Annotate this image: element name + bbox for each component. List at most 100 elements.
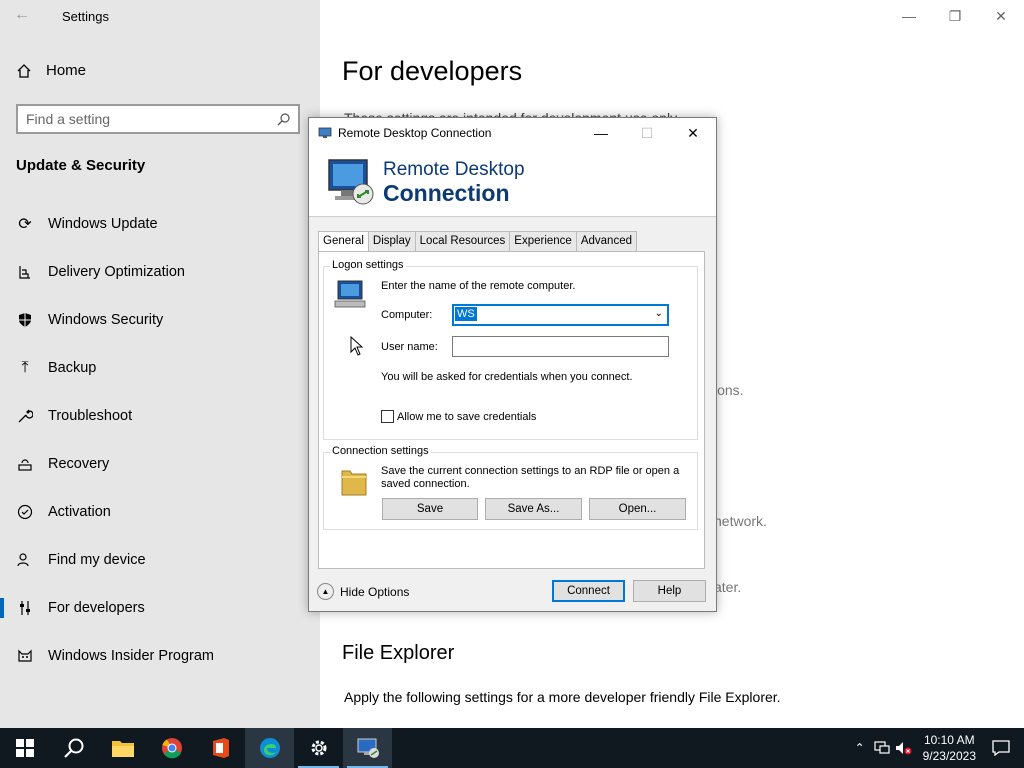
obscured-text: ater. <box>714 579 742 595</box>
obscured-text: network. <box>714 513 767 529</box>
username-field[interactable] <box>452 336 669 357</box>
nav-item-windows-insider-program[interactable]: Windows Insider Program <box>0 632 320 680</box>
minimize-button[interactable]: — <box>886 0 932 32</box>
taskbar-edge[interactable] <box>245 728 294 768</box>
dialog-title: Remote Desktop Connection <box>338 126 492 140</box>
search-input[interactable]: Find a setting <box>16 104 300 134</box>
tab-display[interactable]: Display <box>367 231 416 251</box>
office-icon <box>212 738 229 758</box>
nav-item-recovery[interactable]: Recovery <box>0 440 320 488</box>
nav-home[interactable]: Home <box>16 62 86 79</box>
dialog-maximize-button[interactable]: ☐ <box>624 118 670 148</box>
notifications-icon[interactable] <box>990 740 1012 756</box>
back-arrow-icon[interactable]: ← <box>14 6 30 24</box>
banner-title: Remote Desktop Connection <box>383 159 525 205</box>
general-tab-panel: Logon settings Enter the name of the rem… <box>318 251 705 569</box>
taskbar-file-explorer[interactable] <box>98 728 147 768</box>
settings-sidebar: ← Settings Home Find a setting Update & … <box>0 0 320 728</box>
nav-item-label: Troubleshoot <box>48 408 133 424</box>
connect-button[interactable]: Connect <box>552 580 625 602</box>
taskbar-search-button[interactable] <box>49 728 98 768</box>
delivery-optimization-icon <box>16 264 34 280</box>
save-credentials-checkbox[interactable] <box>381 410 394 423</box>
taskbar-settings[interactable] <box>294 728 343 768</box>
window-controls: — ❐ ✕ <box>886 0 1024 32</box>
search-icon <box>277 112 290 125</box>
network-icon[interactable] <box>871 741 893 755</box>
page-title: For developers <box>342 56 523 86</box>
hide-options-toggle[interactable]: ▲ Hide Options <box>317 583 409 600</box>
chrome-icon <box>161 738 182 759</box>
nav-item-label: Windows Update <box>48 216 158 232</box>
dialog-titlebar[interactable]: Remote Desktop Connection — ☐ ✕ <box>309 118 716 148</box>
computer-value: WS <box>455 307 477 321</box>
connection-description: Save the current connection settings to … <box>381 465 680 490</box>
tab-general[interactable]: General <box>318 231 369 251</box>
restore-button[interactable]: ❐ <box>932 0 978 32</box>
clock-time: 10:10 AM <box>923 733 975 747</box>
search-icon <box>63 738 83 758</box>
taskbar-chrome[interactable] <box>147 728 196 768</box>
save-button[interactable]: Save <box>382 498 478 520</box>
computer-icon <box>334 280 366 308</box>
hide-options-label: Hide Options <box>340 584 410 599</box>
taskbar-remote-desktop[interactable] <box>343 728 392 768</box>
nav-item-troubleshoot[interactable]: Troubleshoot <box>0 392 320 440</box>
tab-experience[interactable]: Experience <box>509 231 577 251</box>
edge-icon <box>259 738 280 758</box>
settings-window-title: Settings <box>62 9 109 24</box>
nav-item-label: Windows Insider Program <box>48 648 214 664</box>
taskbar-office[interactable] <box>196 728 245 768</box>
logon-settings-group: Logon settings Enter the name of the rem… <box>323 259 698 440</box>
computer-label: Computer: <box>381 309 433 321</box>
tab-advanced[interactable]: Advanced <box>575 231 637 251</box>
computer-combobox[interactable]: WS ⌄ <box>452 304 669 326</box>
nav-item-label: Recovery <box>48 456 110 472</box>
dialog-tabs: General Display Local Resources Experien… <box>318 231 637 251</box>
logon-instruction: Enter the name of the remote computer. <box>381 280 576 292</box>
remote-desktop-monitor-icon <box>328 159 374 205</box>
open-button[interactable]: Open... <box>589 498 686 520</box>
credentials-note: You will be asked for credentials when y… <box>381 371 633 383</box>
clock[interactable]: 10:10 AM 9/23/2023 <box>923 732 976 764</box>
banner-title-line2: Connection <box>383 180 510 206</box>
username-label: User name: <box>381 341 438 353</box>
dialog-close-button[interactable]: ✕ <box>670 118 716 148</box>
chevron-down-icon[interactable]: ⌄ <box>655 308 663 319</box>
nav-item-windows-update[interactable]: ⟳ Windows Update <box>0 200 320 248</box>
windows-logo-icon <box>15 739 34 757</box>
save-as-button[interactable]: Save As... <box>485 498 582 520</box>
section-title: Update & Security <box>16 157 146 174</box>
nav-item-label: For developers <box>48 600 145 616</box>
home-icon <box>17 63 31 78</box>
dialog-minimize-button[interactable]: — <box>578 118 624 148</box>
nav-item-delivery-optimization[interactable]: Delivery Optimization <box>0 248 320 296</box>
wrench-icon <box>16 408 34 424</box>
nav-item-backup[interactable]: ⤒ Backup <box>0 344 320 392</box>
nav-item-for-developers[interactable]: For developers <box>0 584 320 632</box>
close-button[interactable]: ✕ <box>978 0 1024 32</box>
nav-item-find-my-device[interactable]: Find my device <box>0 536 320 584</box>
mouse-cursor-icon <box>350 336 364 356</box>
check-circle-icon <box>16 504 34 520</box>
backup-arrow-icon: ⤒ <box>21 359 29 376</box>
gear-icon <box>311 740 326 756</box>
dialog-window-controls: — ☐ ✕ <box>578 118 716 148</box>
file-explorer-heading: File Explorer <box>342 642 455 664</box>
nav-item-label: Backup <box>48 360 97 376</box>
nav-item-activation[interactable]: Activation <box>0 488 320 536</box>
chevron-up-icon[interactable]: ⌃ <box>849 741 871 755</box>
start-button[interactable] <box>0 728 49 768</box>
search-placeholder: Find a setting <box>26 111 111 127</box>
volume-muted-icon[interactable] <box>893 741 915 755</box>
tab-local-resources[interactable]: Local Resources <box>414 231 511 251</box>
remote-desktop-icon <box>357 738 379 758</box>
folder-icon <box>341 470 367 496</box>
folder-icon <box>111 741 134 757</box>
nav-item-windows-security[interactable]: Windows Security <box>0 296 320 344</box>
person-location-icon <box>16 552 34 568</box>
help-button[interactable]: Help <box>633 580 706 602</box>
file-explorer-description: Apply the following settings for a more … <box>344 689 781 705</box>
nav-item-label: Find my device <box>48 552 146 568</box>
system-tray: ⌃ 10:10 AM 9/23/2023 <box>849 728 1024 768</box>
